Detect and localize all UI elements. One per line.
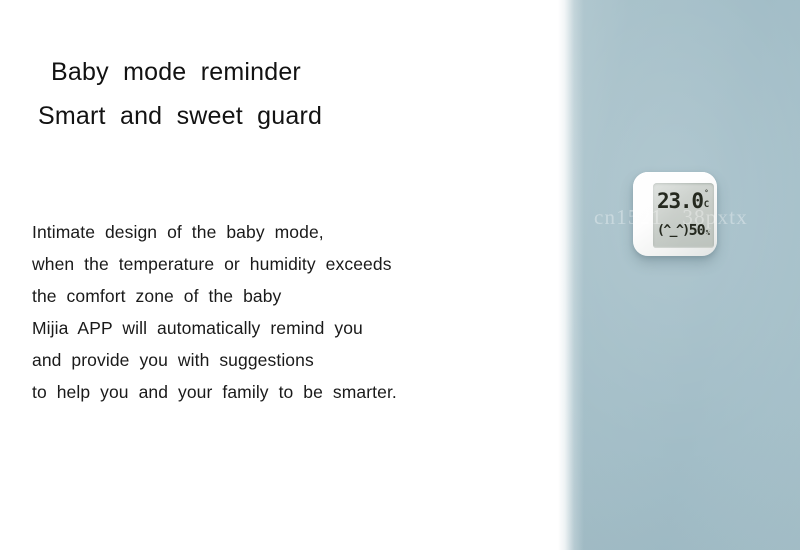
lcd-humidity-unit: % — [705, 229, 710, 237]
headline-line-1: Baby mode reminder — [51, 58, 301, 86]
lcd-humidity-value: 50 — [688, 221, 706, 239]
temperature-humidity-sensor: 23.0 ° C (^_^) 50 % — [633, 172, 717, 256]
body-line-1: Intimate design of the baby mode, — [32, 222, 324, 242]
copy-panel: Baby mode reminder Smart and sweet guard… — [0, 0, 558, 550]
headline-block: Baby mode reminder Smart and sweet guard — [38, 50, 518, 138]
photo-vignette — [558, 0, 800, 550]
lcd-temperature-unit: C — [703, 200, 710, 210]
smiley-face-icon: (^_^) — [657, 223, 690, 238]
photo-edge-glow — [558, 0, 584, 550]
body-copy-block: Intimate design of the baby mode, when t… — [32, 216, 532, 408]
promo-page: Baby mode reminder Smart and sweet guard… — [0, 0, 800, 550]
lcd-humidity-row: (^_^) 50 % — [657, 223, 710, 238]
lcd-temperature-unit-group: ° C — [703, 189, 710, 211]
headline-line-2: Smart and sweet guard — [38, 102, 323, 130]
body-line-6: to help you and your family to be smarte… — [32, 382, 397, 402]
product-photo-panel: 23.0 ° C (^_^) 50 % cn1521 38pxtx — [558, 0, 800, 550]
body-line-3: the comfort zone of the baby — [32, 286, 282, 306]
body-line-2: when the temperature or humidity exceeds — [32, 254, 392, 274]
lcd-temperature-row: 23.0 ° C — [657, 189, 710, 213]
lcd-temperature-value: 23.0 — [657, 189, 704, 213]
lcd-display: 23.0 ° C (^_^) 50 % — [653, 183, 714, 248]
body-line-5: and provide you with suggestions — [32, 350, 314, 370]
body-line-4: Mijia APP will automatically remind you — [32, 318, 363, 338]
degree-symbol-icon: ° — [704, 189, 709, 197]
